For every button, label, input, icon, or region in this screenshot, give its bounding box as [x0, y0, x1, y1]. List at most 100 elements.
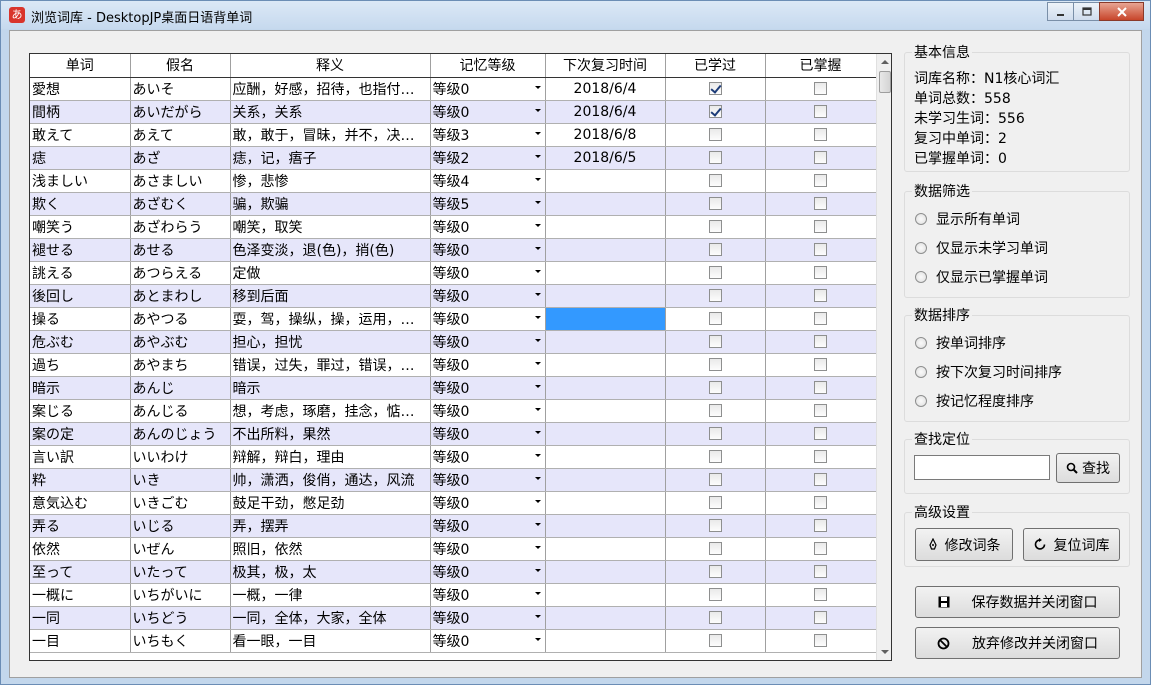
cell-next-review[interactable]: [545, 399, 666, 423]
mastered-checkbox[interactable]: [814, 404, 827, 417]
cell-next-review[interactable]: [545, 284, 666, 308]
cell-next-review[interactable]: [545, 307, 666, 331]
table-row[interactable]: 欺く あざむく 骗，欺骗 等级5: [30, 192, 877, 216]
cell-level-dropdown[interactable]: 等级0: [430, 284, 546, 308]
dropdown-arrow-icon[interactable]: [534, 407, 541, 411]
table-row[interactable]: 弄る いじる 弄，摆弄 等级0: [30, 514, 877, 538]
mastered-checkbox[interactable]: [814, 243, 827, 256]
cell-kana[interactable]: あせる: [130, 238, 231, 262]
cell-meaning[interactable]: 嘲笑，取笑: [230, 215, 431, 239]
close-button[interactable]: [1099, 2, 1144, 21]
dropdown-arrow-icon[interactable]: [534, 499, 541, 503]
learned-checkbox[interactable]: [708, 519, 722, 532]
cell-kana[interactable]: いちもく: [130, 629, 231, 653]
learned-checkbox[interactable]: [708, 496, 722, 509]
cell-meaning[interactable]: 弄，摆弄: [230, 514, 431, 538]
learned-checkbox[interactable]: [708, 588, 722, 601]
cell-word[interactable]: 誂える: [30, 261, 131, 285]
mastered-checkbox[interactable]: [814, 151, 827, 164]
mastered-checkbox[interactable]: [814, 450, 827, 463]
cell-kana[interactable]: あとまわし: [130, 284, 231, 308]
cell-meaning[interactable]: 骗，欺骗: [230, 192, 431, 216]
dropdown-arrow-icon[interactable]: [534, 338, 541, 342]
learned-checkbox[interactable]: [708, 289, 722, 302]
cell-word[interactable]: 暗示: [30, 376, 131, 400]
cell-kana[interactable]: あざわらう: [130, 215, 231, 239]
mastered-checkbox[interactable]: [814, 427, 827, 440]
cell-kana[interactable]: あいそ: [130, 77, 231, 101]
cell-kana[interactable]: あやぶむ: [130, 330, 231, 354]
cell-level-dropdown[interactable]: 等级0: [430, 537, 546, 561]
cell-word[interactable]: 痣: [30, 146, 131, 170]
cell-meaning[interactable]: 敢，敢于，冒昧，并不，决…: [230, 123, 431, 147]
cell-word[interactable]: 一同: [30, 606, 131, 630]
cell-word[interactable]: 操る: [30, 307, 131, 331]
search-input[interactable]: [914, 455, 1050, 480]
cell-word[interactable]: 過ち: [30, 353, 131, 377]
cell-kana[interactable]: あえて: [130, 123, 231, 147]
radio-icon[interactable]: [915, 213, 927, 225]
col-header-kana[interactable]: 假名: [130, 54, 231, 78]
cell-word[interactable]: 案じる: [30, 399, 131, 423]
cell-next-review[interactable]: 2018/6/4: [545, 77, 666, 101]
cell-level-dropdown[interactable]: 等级0: [430, 307, 546, 331]
cell-next-review[interactable]: 2018/6/8: [545, 123, 666, 147]
mastered-checkbox[interactable]: [814, 197, 827, 210]
cell-meaning[interactable]: 极其，极，太: [230, 560, 431, 584]
learned-checkbox[interactable]: [708, 450, 722, 463]
cell-meaning[interactable]: 惨，悲惨: [230, 169, 431, 193]
cell-level-dropdown[interactable]: 等级5: [430, 192, 546, 216]
cell-word[interactable]: 敢えて: [30, 123, 131, 147]
cell-level-dropdown[interactable]: 等级0: [430, 77, 546, 101]
cell-meaning[interactable]: 错误，过失，罪过，错误，…: [230, 353, 431, 377]
learned-checkbox[interactable]: [708, 197, 722, 210]
cell-next-review[interactable]: [545, 353, 666, 377]
cell-level-dropdown[interactable]: 等级0: [430, 445, 546, 469]
col-header-next-review[interactable]: 下次复习时间: [545, 54, 666, 78]
mastered-checkbox[interactable]: [814, 496, 827, 509]
cell-level-dropdown[interactable]: 等级0: [430, 560, 546, 584]
cell-word[interactable]: 浅ましい: [30, 169, 131, 193]
cell-level-dropdown[interactable]: 等级0: [430, 215, 546, 239]
cell-level-dropdown[interactable]: 等级0: [430, 376, 546, 400]
cell-meaning[interactable]: 暗示: [230, 376, 431, 400]
cell-kana[interactable]: いちがいに: [130, 583, 231, 607]
mastered-checkbox[interactable]: [814, 128, 827, 141]
cell-word[interactable]: 言い訳: [30, 445, 131, 469]
cell-word[interactable]: 褪せる: [30, 238, 131, 262]
dropdown-arrow-icon[interactable]: [534, 568, 541, 572]
cell-meaning[interactable]: 看一眼，一目: [230, 629, 431, 653]
table-row[interactable]: 暗示 あんじ 暗示 等级0: [30, 376, 877, 400]
table-row[interactable]: 一概に いちがいに 一概，一律 等级0: [30, 583, 877, 607]
cell-next-review[interactable]: [545, 215, 666, 239]
dropdown-arrow-icon[interactable]: [534, 430, 541, 434]
dropdown-arrow-icon[interactable]: [534, 246, 541, 250]
search-button[interactable]: 查找: [1056, 453, 1120, 483]
mastered-checkbox[interactable]: [814, 105, 827, 118]
dropdown-arrow-icon[interactable]: [534, 453, 541, 457]
mastered-checkbox[interactable]: [814, 335, 827, 348]
cell-level-dropdown[interactable]: 等级0: [430, 629, 546, 653]
scroll-thumb[interactable]: [879, 71, 891, 93]
learned-checkbox[interactable]: [708, 427, 722, 440]
cell-next-review[interactable]: [545, 445, 666, 469]
cell-level-dropdown[interactable]: 等级0: [430, 468, 546, 492]
dropdown-arrow-icon[interactable]: [534, 269, 541, 273]
learned-checkbox[interactable]: [708, 220, 722, 233]
cell-level-dropdown[interactable]: 等级0: [430, 514, 546, 538]
mastered-checkbox[interactable]: [814, 358, 827, 371]
cell-level-dropdown[interactable]: 等级0: [430, 238, 546, 262]
radio-icon[interactable]: [915, 242, 927, 254]
cell-word[interactable]: 粋: [30, 468, 131, 492]
cell-kana[interactable]: あいだがら: [130, 100, 231, 124]
table-row[interactable]: 過ち あやまち 错误，过失，罪过，错误，… 等级0: [30, 353, 877, 377]
filter-option-all[interactable]: 显示所有单词: [915, 209, 1020, 229]
dropdown-arrow-icon[interactable]: [534, 292, 541, 296]
learned-checkbox[interactable]: [708, 174, 722, 187]
learned-checkbox[interactable]: [708, 105, 722, 118]
cell-level-dropdown[interactable]: 等级0: [430, 261, 546, 285]
mastered-checkbox[interactable]: [814, 542, 827, 555]
table-row[interactable]: 案の定 あんのじょう 不出所料，果然 等级0: [30, 422, 877, 446]
cell-next-review[interactable]: [545, 238, 666, 262]
dropdown-arrow-icon[interactable]: [534, 545, 541, 549]
